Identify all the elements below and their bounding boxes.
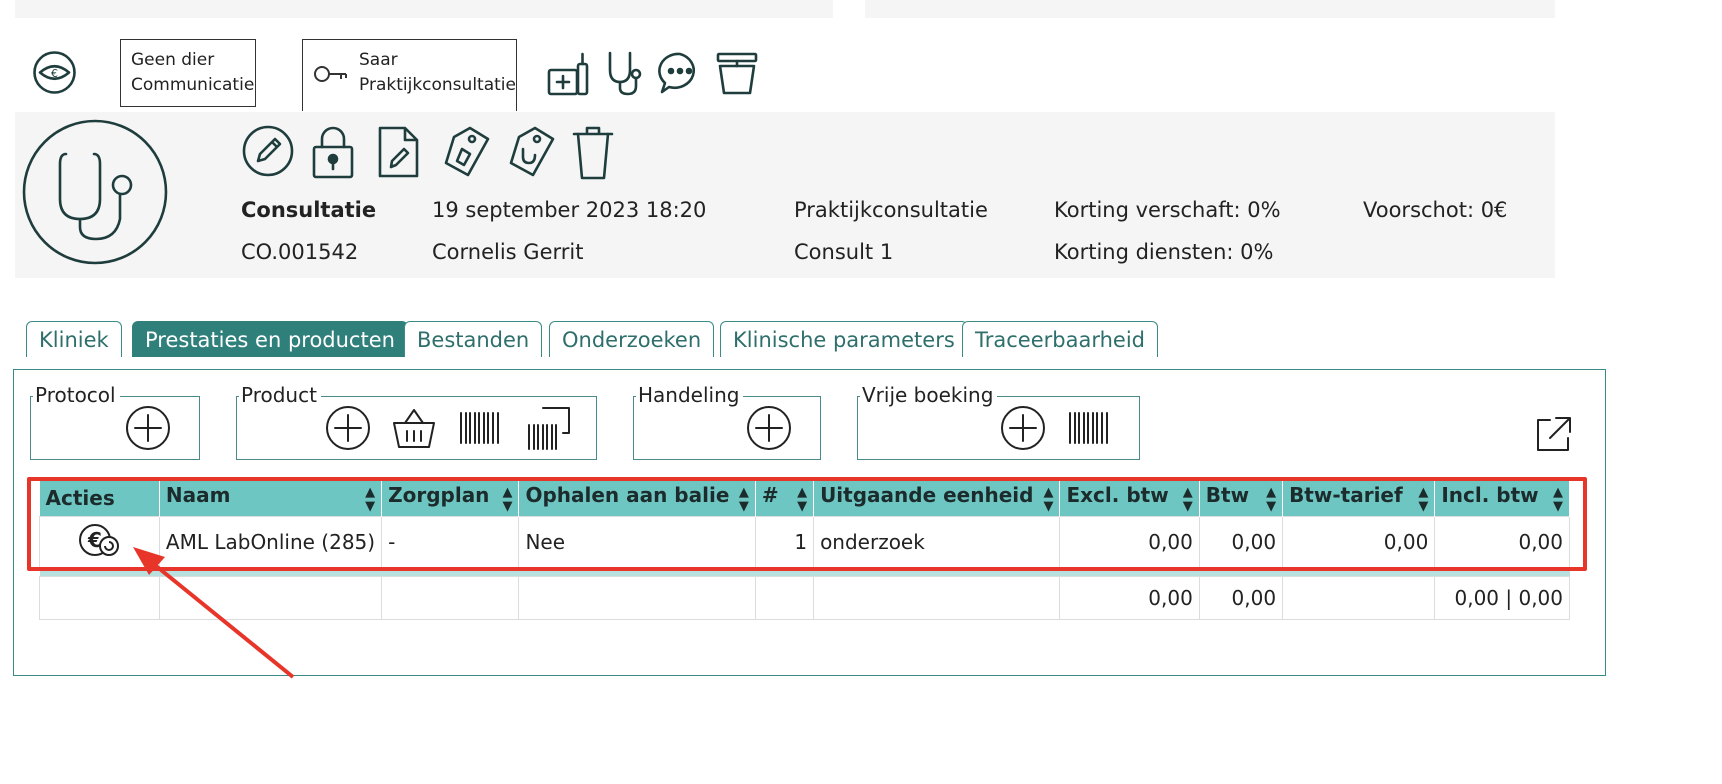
scale-icon[interactable] [714, 50, 760, 96]
lock-icon[interactable] [310, 125, 356, 179]
consult-number: Consult 1 [794, 240, 894, 264]
tag-vial-icon[interactable] [440, 125, 492, 179]
trash-icon[interactable] [570, 125, 616, 181]
tab-kliniek[interactable]: Kliniek [26, 321, 122, 357]
total-incl-btw: 0,00 | 0,00 [1434, 576, 1570, 620]
discount-goods: Korting verschaft: 0% [1054, 198, 1281, 222]
tab-bestanden[interactable]: Bestanden [404, 321, 543, 357]
add-vrije-boeking-icon[interactable] [1000, 405, 1046, 451]
consult-kind: Praktijkconsultatie [794, 198, 988, 222]
handeling-group: Handeling [633, 383, 821, 460]
consult-type: Consultatie [241, 198, 377, 222]
consult-vet: Cornelis Gerrit [432, 240, 584, 264]
top-bar-left [15, 0, 833, 18]
consult-datetime: 19 september 2023 18:20 [432, 198, 707, 222]
external-link-icon[interactable] [1534, 414, 1574, 454]
svg-text:€: € [51, 67, 58, 80]
vrije-boeking-group: Vrije boeking [857, 383, 1140, 460]
tab-klinische-parameters[interactable]: Klinische parameters [720, 321, 968, 357]
tag-stethoscope-icon[interactable] [505, 125, 557, 179]
tag-line2: Praktijkconsultatie [359, 75, 516, 95]
protocol-group: Protocol [30, 383, 200, 460]
first-aid-bottle-icon[interactable] [546, 50, 590, 96]
barcode-scan-icon[interactable] [523, 405, 573, 451]
tab-onderzoeken[interactable]: Onderzoeken [549, 321, 715, 357]
product-legend: Product [239, 383, 321, 407]
vrije-boeking-barcode-icon[interactable] [1066, 407, 1112, 449]
tab-traceerbaarheid[interactable]: Traceerbaarheid [962, 321, 1158, 357]
total-excl-btw: 0,00 [1059, 576, 1200, 620]
protocol-legend: Protocol [33, 383, 120, 407]
consult-code: CO.001542 [241, 240, 359, 264]
top-bar-right [865, 0, 1555, 18]
stethoscope-large-icon [22, 119, 168, 265]
total-btw: 0,00 [1198, 576, 1284, 620]
product-group: Product [236, 383, 597, 460]
owner-consult-tag[interactable]: Saar Praktijkconsultatie [302, 39, 517, 111]
stethoscope-icon[interactable] [604, 50, 644, 96]
vrije-boeking-legend: Vrije boeking [860, 383, 998, 407]
key-icon [313, 64, 349, 94]
basket-icon[interactable] [391, 405, 437, 451]
document-edit-icon[interactable] [377, 125, 421, 179]
animal-communication-tag[interactable]: Geen dier Communicatie [120, 39, 256, 107]
annotation-arrow [133, 547, 295, 679]
add-handeling-icon[interactable] [746, 405, 792, 451]
eye-euro-icon[interactable]: € [32, 50, 77, 95]
handeling-legend: Handeling [636, 383, 744, 407]
tag-line2: Communicatie [131, 75, 255, 95]
tab-prestaties-en-producten[interactable]: Prestaties en producten [132, 321, 408, 357]
barcode-icon[interactable] [457, 407, 503, 449]
edit-icon[interactable] [242, 125, 294, 177]
add-protocol-icon[interactable] [125, 405, 171, 451]
deposit: Voorschot: 0€ [1363, 198, 1508, 222]
add-product-icon[interactable] [325, 405, 371, 451]
discount-services: Korting diensten: 0% [1054, 240, 1274, 264]
chat-icon[interactable] [657, 50, 703, 96]
